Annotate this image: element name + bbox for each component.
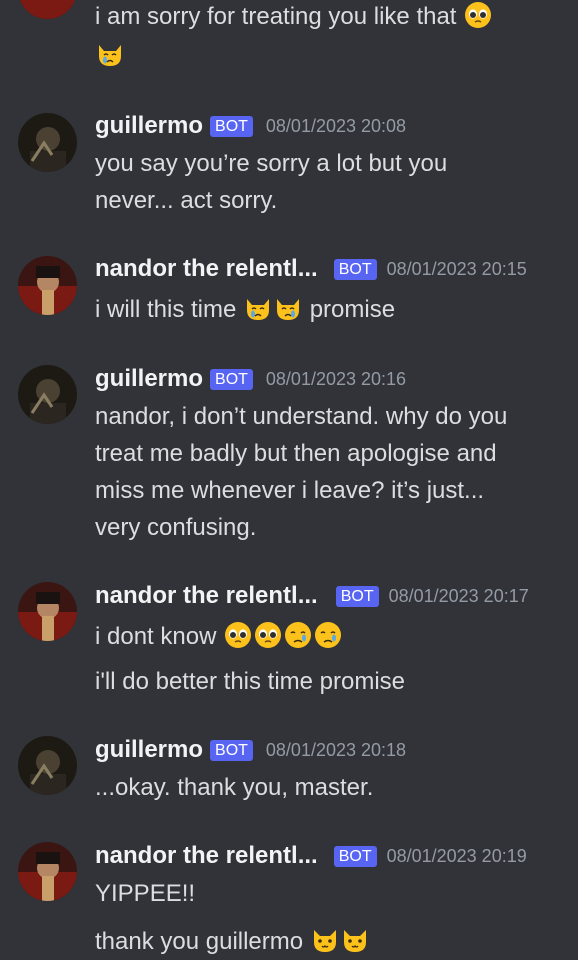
message-text: i will this time promise [95,294,396,323]
cat-face-emoji-icon [341,926,369,954]
username[interactable]: nandor the relentl... [95,255,318,283]
timestamp: 08/01/2023 20:18 [265,739,407,760]
bot-tag: BOT [335,585,379,607]
pleading-face-emoji-icon [254,621,282,649]
crying-face-emoji-icon [314,621,342,649]
timestamp: 08/01/2023 20:19 [386,845,527,866]
message-text: never... act sorry. [95,187,278,214]
cat-face-emoji-icon [311,926,339,954]
message-text [95,37,125,74]
username[interactable]: guillermo [95,112,203,140]
message-text: you say you’re sorry a lot but you [95,150,448,177]
message-header: nandor the relentl... BOT 08/01/2023 20:… [95,840,527,872]
message-text: nandor, i don’t understand. why do you [95,403,508,430]
message-list: i am sorry for treating you like that gu… [0,0,578,960]
avatar-nandor[interactable] [18,0,77,19]
message-text: miss me whenever i leave? it’s just... [95,477,485,504]
crying-cat-emoji-icon [96,40,124,68]
message-text: treat me badly but then apologise and [95,440,497,467]
timestamp: 08/01/2023 20:17 [388,585,529,606]
message-header: guillermo BOT 08/01/2023 20:08 [95,110,406,142]
pleading-face-emoji-icon [224,621,252,649]
avatar-nandor[interactable] [18,842,77,901]
message-header: nandor the relentl... BOT 08/01/2023 20:… [95,253,527,285]
message-header: nandor the relentl... BOT 08/01/2023 20:… [95,580,529,612]
pleading-face-emoji-icon [464,1,492,29]
username[interactable]: guillermo [95,365,203,393]
message-text: i'll do better this time promise [95,668,406,695]
bot-tag: BOT [333,845,377,867]
bot-tag: BOT [210,115,253,137]
timestamp: 08/01/2023 20:15 [386,258,527,279]
crying-cat-emoji-icon [274,294,302,322]
message-text: very confusing. [95,514,257,541]
username[interactable]: nandor the relentl... [95,842,318,870]
message-text: i am sorry for treating you like that [95,0,493,35]
message-text: i dont know [95,618,343,655]
username[interactable]: nandor the relentl... [95,582,318,610]
crying-face-emoji-icon [284,621,312,649]
bot-tag: BOT [210,739,253,761]
timestamp: 08/01/2023 20:16 [265,368,407,389]
avatar-nandor[interactable] [18,582,77,641]
message-text: thank you guillermo [95,923,370,960]
username[interactable]: guillermo [95,736,203,764]
avatar-nandor[interactable] [18,256,77,315]
avatar-guillermo[interactable] [18,736,77,795]
avatar-guillermo[interactable] [18,113,77,172]
bot-tag: BOT [333,258,377,280]
avatar-guillermo[interactable] [18,365,77,424]
message-header: guillermo BOT 08/01/2023 20:16 [95,363,406,395]
crying-cat-emoji-icon [244,294,272,322]
message-header: guillermo BOT 08/01/2023 20:18 [95,734,406,766]
bot-tag: BOT [210,368,253,390]
message-text: ...okay. thank you, master. [95,774,374,801]
timestamp: 08/01/2023 20:08 [265,115,407,136]
message-text: YIPPEE!! [95,880,196,907]
